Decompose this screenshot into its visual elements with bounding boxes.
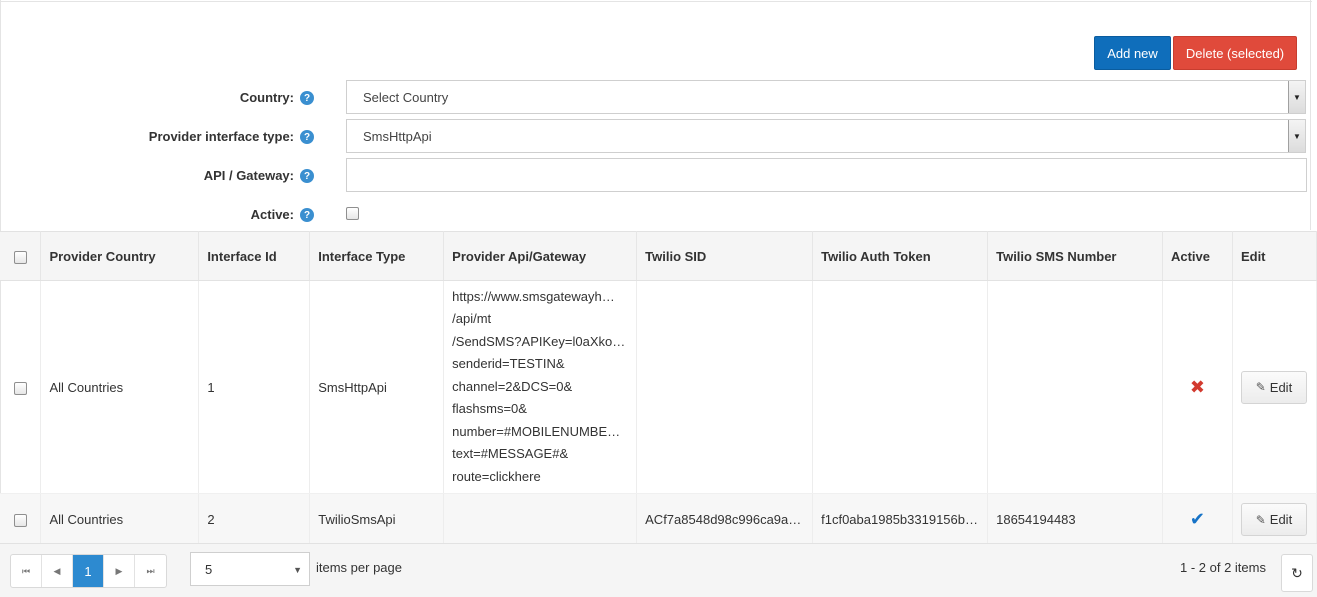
provider-type-help-icon[interactable]: ?	[300, 130, 314, 144]
twilio-sid-text: ACf7a8548d98c996ca9ac…	[645, 512, 808, 528]
row-checkbox[interactable]	[13, 514, 27, 528]
col-provider-country[interactable]: Provider Country	[40, 231, 200, 281]
interface-id-cell: 2	[198, 493, 311, 546]
providers-table: Provider Country Interface Id Interface …	[0, 231, 1317, 546]
first-page-icon[interactable]: ⏮	[11, 555, 42, 587]
col-edit: Edit	[1232, 231, 1317, 281]
active-cell: ✖	[1162, 280, 1233, 494]
edit-button-label: Edit	[1269, 379, 1293, 395]
pager: ⏮ ◀ 1 ▶ ⏭	[10, 554, 167, 588]
active-cell: ✔	[1162, 493, 1233, 546]
table-header-row: Provider Country Interface Id Interface …	[0, 231, 1317, 281]
api-line: /api/mt	[452, 311, 492, 327]
provider-country-cell: All Countries	[40, 493, 200, 546]
col-provider-api[interactable]: Provider Api/Gateway	[443, 231, 638, 281]
twilio-sid-cell	[636, 280, 814, 494]
api-gateway-label: API / Gateway:	[203, 168, 294, 183]
col-interface-type[interactable]: Interface Type	[309, 231, 445, 281]
col-twilio-sid[interactable]: Twilio SID	[636, 231, 814, 281]
provider-api-cell: https://www.smsgatewayh… /api/mt /SendSM…	[443, 280, 638, 494]
active-help-icon[interactable]: ?	[300, 208, 314, 222]
provider-api-cell	[443, 493, 638, 546]
edit-cell: ✎ Edit	[1232, 493, 1317, 546]
table-row[interactable]: All Countries 2 TwilioSmsApi ACf7a8548d9…	[0, 493, 1317, 546]
country-select-value: Select Country	[363, 89, 449, 105]
right-divider	[1310, 0, 1311, 230]
twilio-number-cell	[987, 280, 1163, 494]
pager-summary: 1 - 2 of 2 items	[1180, 560, 1266, 575]
items-per-page-label: items per page	[316, 560, 402, 575]
interface-id-cell: 1	[198, 280, 311, 494]
top-divider	[0, 0, 1312, 2]
col-twilio-sms-number[interactable]: Twilio SMS Number	[987, 231, 1163, 281]
interface-type-cell: TwilioSmsApi	[309, 493, 445, 546]
country-label: Country:	[239, 90, 294, 105]
provider-country-cell: All Countries	[40, 280, 200, 494]
delete-selected-button[interactable]: Delete (selected)	[1173, 36, 1297, 70]
api-line: https://www.smsgatewayh…	[452, 288, 615, 304]
cross-icon: ✖	[1189, 376, 1206, 397]
select-all-cell	[0, 231, 42, 281]
page-size-select[interactable]: 5 ▼	[190, 552, 310, 586]
api-gateway-input[interactable]	[346, 158, 1307, 192]
pencil-icon: ✎	[1255, 512, 1266, 527]
edit-button-label: Edit	[1269, 512, 1293, 528]
edit-cell: ✎ Edit	[1232, 280, 1317, 494]
twilio-token-cell: f1cf0aba1985b3319156b…	[812, 493, 989, 546]
table-row[interactable]: All Countries 1 SmsHttpApi https://www.s…	[0, 280, 1317, 494]
provider-type-select[interactable]: SmsHttpApi ▼	[346, 119, 1306, 153]
select-all-checkbox[interactable]	[13, 250, 27, 264]
chevron-down-icon: ▼	[293, 565, 302, 575]
page-button-current[interactable]: 1	[73, 555, 104, 587]
prev-page-icon[interactable]: ◀	[42, 555, 73, 587]
provider-type-label: Provider interface type:	[148, 129, 294, 144]
row-checkbox[interactable]	[13, 381, 27, 395]
pager-bar: ⏮ ◀ 1 ▶ ⏭ 5 ▼ items per page 1 - 2 of 2 …	[0, 543, 1317, 597]
api-gateway-help-icon[interactable]: ?	[300, 169, 314, 183]
country-select[interactable]: Select Country ▼	[346, 80, 1306, 114]
edit-button[interactable]: ✎ Edit	[1240, 503, 1307, 537]
api-line: channel=2&DCS=0&	[452, 378, 573, 394]
row-select-cell	[0, 493, 42, 546]
api-line: number=#MOBILENUMBER#&	[452, 423, 629, 439]
provider-type-select-value: SmsHttpApi	[363, 128, 432, 144]
last-page-icon[interactable]: ⏭	[135, 555, 166, 587]
api-line: route=clickhere	[452, 468, 541, 484]
next-page-icon[interactable]: ▶	[104, 555, 135, 587]
refresh-icon[interactable]: ↻	[1281, 554, 1313, 592]
twilio-number-cell: 18654194483	[987, 493, 1163, 546]
interface-type-cell: SmsHttpApi	[309, 280, 445, 494]
pencil-icon: ✎	[1255, 380, 1266, 394]
col-interface-id[interactable]: Interface Id	[198, 231, 311, 281]
country-help-icon[interactable]: ?	[300, 91, 314, 105]
chevron-down-icon[interactable]: ▼	[1288, 81, 1305, 113]
check-icon: ✔	[1189, 509, 1206, 530]
api-line: senderid=TESTIN&	[452, 356, 565, 372]
active-label: Active:	[250, 207, 294, 222]
twilio-token-text: f1cf0aba1985b3319156b…	[821, 512, 978, 528]
api-lines: https://www.smsgatewayh… /api/mt /SendSM…	[452, 286, 636, 489]
page-size-value: 5	[205, 561, 213, 577]
edit-button[interactable]: ✎ Edit	[1240, 370, 1307, 404]
chevron-down-icon[interactable]: ▼	[1288, 120, 1305, 152]
api-line: /SendSMS?APIKey=l0aXkos…	[452, 333, 629, 349]
col-active[interactable]: Active	[1162, 231, 1233, 281]
active-checkbox[interactable]	[346, 207, 359, 220]
twilio-token-cell	[812, 280, 989, 494]
api-line: flashsms=0&	[452, 401, 527, 417]
col-twilio-auth-token[interactable]: Twilio Auth Token	[812, 231, 989, 281]
add-new-button[interactable]: Add new	[1094, 36, 1171, 70]
twilio-sid-cell: ACf7a8548d98c996ca9ac…	[636, 493, 814, 546]
row-select-cell	[0, 280, 42, 494]
api-line: text=#MESSAGE#&	[452, 446, 569, 462]
